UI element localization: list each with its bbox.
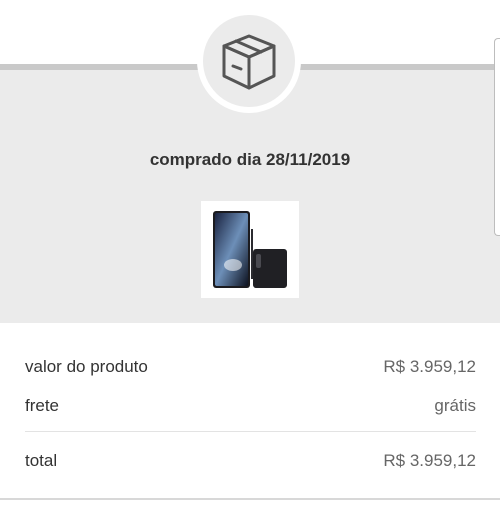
bottom-divider xyxy=(0,498,500,500)
scrollbar[interactable] xyxy=(494,38,500,236)
package-icon-badge xyxy=(203,15,295,107)
product-thumbnail[interactable] xyxy=(201,201,299,298)
shipping-row: frete grátis xyxy=(25,396,476,416)
total-label: total xyxy=(25,451,58,470)
summary-divider xyxy=(25,431,476,432)
shipping-amount: grátis xyxy=(434,396,476,415)
purchase-date: comprado dia 28/11/2019 xyxy=(149,150,351,169)
total-row: total R$ 3.959,12 xyxy=(25,451,476,471)
package-box-icon xyxy=(222,34,276,90)
total-amount: R$ 3.959,12 xyxy=(383,451,476,470)
product-value-row: valor do produto R$ 3.959,12 xyxy=(25,357,476,377)
product-value-amount: R$ 3.959,12 xyxy=(383,357,476,376)
smartphone-product-image xyxy=(213,211,287,288)
shipping-label: frete xyxy=(25,396,60,415)
product-value-label: valor do produto xyxy=(25,357,148,376)
